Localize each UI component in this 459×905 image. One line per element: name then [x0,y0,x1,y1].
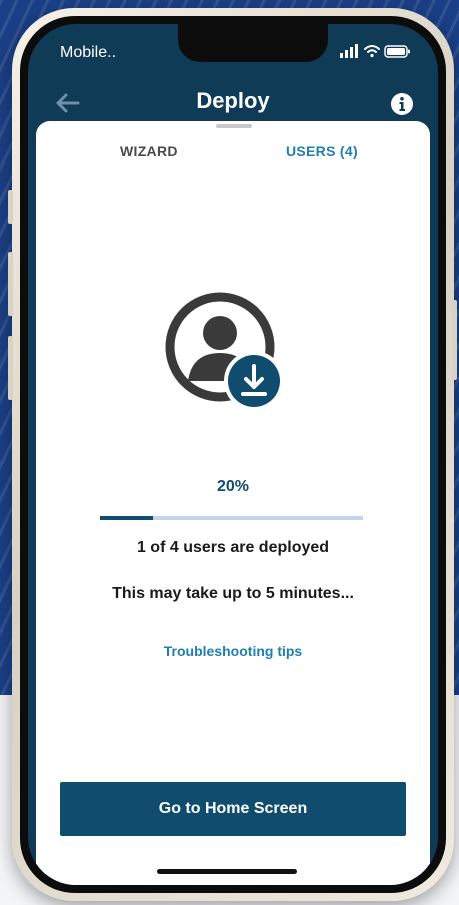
carrier-label: Mobile.. [60,44,117,61]
battery-icon [384,45,410,58]
user-download-icon [165,292,284,411]
signal-icon [340,44,358,58]
status-icons [340,44,410,58]
troubleshooting-tips-link[interactable]: Troubleshooting tips [36,643,430,659]
progress-percent: 20% [216,478,250,495]
deploy-wait-text: This may take up to 5 minutes... [112,585,354,602]
progress-bar-fill [100,516,153,520]
page-title: Deploy [196,88,270,113]
phone-side-button [452,300,457,380]
go-to-home-screen-button[interactable]: Go to Home Screen [60,782,406,836]
phone-side-button [8,252,13,316]
phone-side-button [8,336,13,400]
tab-wizard[interactable]: WIZARD [120,143,178,159]
wifi-icon [364,45,380,58]
camera-notch [178,24,328,62]
tab-users[interactable]: USERS (4) [286,143,358,159]
progress-bar [100,516,363,520]
phone-screen: Mobile.. Deploy WIZARD USERS (4) 20% 1 o… [28,24,438,885]
sheet-handle[interactable] [216,124,252,128]
info-icon[interactable] [390,92,414,116]
home-indicator[interactable] [157,869,297,874]
phone-side-button [8,190,13,224]
deploy-status-text: 1 of 4 users are deployed [136,539,330,556]
bottom-sheet: WIZARD USERS (4) 20% 1 of 4 users are de… [36,121,430,885]
